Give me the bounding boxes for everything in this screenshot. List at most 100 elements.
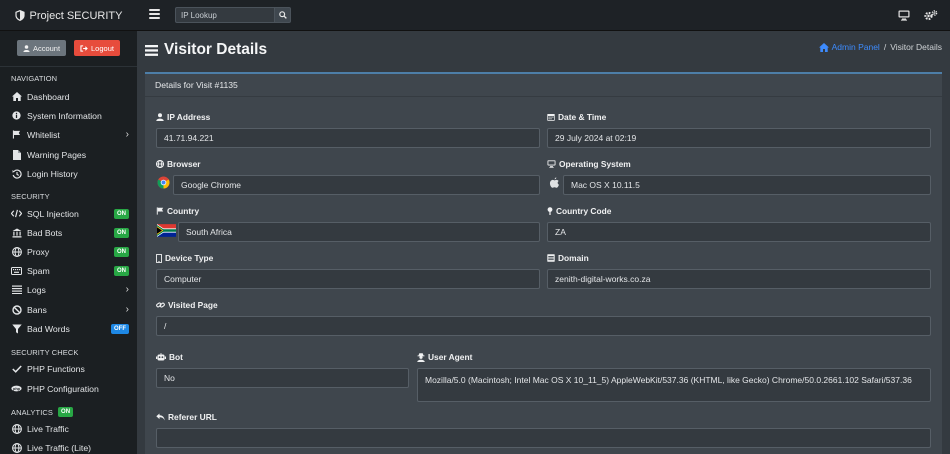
ip-address-field[interactable]: 41.71.94.221 xyxy=(156,128,540,148)
svg-text:php: php xyxy=(13,387,21,391)
ip-address-label: IP Address xyxy=(156,112,210,122)
sign-out-icon xyxy=(80,44,88,52)
desktop-icon xyxy=(547,160,556,168)
chevron-right-icon: › xyxy=(125,304,129,315)
apple-icon xyxy=(547,175,561,190)
breadcrumb-current: Visitor Details xyxy=(890,42,942,52)
main-content: Visitor Details Admin Panel / Visitor De… xyxy=(137,31,950,454)
sidebar-item-dashboard[interactable]: Dashboard xyxy=(11,88,129,105)
section-security-check: SECURITY CHECK xyxy=(11,348,79,357)
menu-toggle-icon[interactable] xyxy=(149,9,160,19)
status-badge: ON xyxy=(114,208,129,219)
referer-url-field[interactable] xyxy=(156,428,931,448)
operating-system-label: Operating System xyxy=(547,159,631,169)
sidebar-item-php-functions[interactable]: PHP Functions xyxy=(11,360,129,377)
sidebar-item-logs[interactable]: Logs › xyxy=(11,281,129,298)
date-time-field[interactable]: 29 July 2024 at 02:19 xyxy=(547,128,931,148)
section-navigation: NAVIGATION xyxy=(11,74,58,83)
user-agent-label: User Agent xyxy=(417,352,472,362)
sidebar-item-sql-injection[interactable]: SQL Injection ON xyxy=(11,205,129,222)
top-navbar: Project SECURITY xyxy=(0,0,950,31)
link-icon xyxy=(156,301,165,309)
monitor-icon[interactable] xyxy=(898,10,910,21)
list-icon xyxy=(11,284,22,295)
globe-icon xyxy=(11,246,22,257)
status-badge: ON xyxy=(58,407,74,417)
sidebar-item-login-history[interactable]: Login History xyxy=(11,165,129,182)
sidebar-item-live-traffic-lite[interactable]: Live Traffic (Lite) xyxy=(11,439,129,454)
divider xyxy=(0,66,137,67)
shield-icon xyxy=(14,10,25,21)
flag-icon xyxy=(156,207,164,215)
code-icon xyxy=(11,208,22,219)
visited-page-field[interactable]: / xyxy=(156,316,931,336)
status-badge: OFF xyxy=(111,323,129,334)
user-agent-field[interactable]: Mozilla/5.0 (Macintosh; Intel Mac OS X 1… xyxy=(417,368,931,402)
browser-field[interactable]: Google Chrome xyxy=(173,175,540,195)
bot-label: Bot xyxy=(156,352,183,362)
check-icon xyxy=(11,363,22,374)
info-icon xyxy=(11,110,22,121)
user-icon xyxy=(156,113,164,121)
user-icon xyxy=(23,44,30,52)
visitor-details-card: Details for Visit #1135 IP Address 41.71… xyxy=(145,72,942,454)
home-icon xyxy=(11,91,22,102)
sidebar-item-whitelist[interactable]: Whitelist › xyxy=(11,126,129,143)
sidebar-item-bans[interactable]: Bans › xyxy=(11,301,129,318)
sidebar-item-spam[interactable]: Spam ON xyxy=(11,262,129,279)
filter-icon xyxy=(11,323,22,334)
globe-icon xyxy=(11,423,22,434)
settings-icon[interactable] xyxy=(924,10,938,21)
calendar-icon xyxy=(547,113,555,121)
breadcrumb-separator: / xyxy=(883,42,887,52)
date-time-label: Date & Time xyxy=(547,112,606,122)
home-icon xyxy=(818,42,829,52)
sidebar-item-bad-words[interactable]: Bad Words OFF xyxy=(11,320,129,337)
breadcrumb: Admin Panel / Visitor Details xyxy=(818,42,942,52)
ip-lookup-input[interactable] xyxy=(175,7,274,23)
page-title: Visitor Details xyxy=(145,41,267,59)
domain-field[interactable]: zenith-digital-works.co.za xyxy=(547,269,931,289)
section-security: SECURITY xyxy=(11,192,50,201)
status-badge: ON xyxy=(114,227,129,238)
search-icon xyxy=(278,11,287,19)
breadcrumb-home[interactable]: Admin Panel xyxy=(818,42,880,52)
logout-button[interactable]: Logout xyxy=(74,40,120,56)
sidebar-item-proxy[interactable]: Proxy ON xyxy=(11,243,129,260)
sidebar-item-live-traffic[interactable]: Live Traffic xyxy=(11,420,129,437)
browser-label: Browser xyxy=(156,159,201,169)
php-icon: php xyxy=(11,383,22,394)
domain-label: Domain xyxy=(547,253,589,263)
device-type-field[interactable]: Computer xyxy=(156,269,540,289)
sidebar-item-warning-pages[interactable]: Warning Pages xyxy=(11,146,129,163)
visited-page-label: Visited Page xyxy=(156,300,218,310)
keyboard-icon xyxy=(11,265,22,276)
country-code-field[interactable]: ZA xyxy=(547,222,931,242)
bot-field[interactable]: No xyxy=(156,368,409,388)
section-analytics: ANALYTICS ON xyxy=(11,407,74,417)
history-icon xyxy=(11,168,22,179)
country-code-label: Country Code xyxy=(547,206,611,216)
chrome-icon xyxy=(156,175,171,190)
user-secret-icon xyxy=(417,352,425,362)
country-field[interactable]: South Africa xyxy=(178,222,540,242)
sidebar-item-bad-bots[interactable]: Bad Bots ON xyxy=(11,224,129,241)
app-title: Project SECURITY xyxy=(29,9,123,22)
chevron-right-icon: › xyxy=(125,129,129,140)
account-button[interactable]: Account xyxy=(17,40,66,56)
globe-icon xyxy=(156,160,164,168)
card-header: Details for Visit #1135 xyxy=(145,74,942,97)
flag-icon xyxy=(11,129,22,140)
search-button[interactable] xyxy=(274,7,291,23)
operating-system-field[interactable]: Mac OS X 10.11.5 xyxy=(563,175,931,195)
ip-lookup-search xyxy=(175,7,291,23)
sidebar-item-system-information[interactable]: System Information xyxy=(11,107,129,124)
device-type-label: Device Type xyxy=(156,253,213,263)
brand[interactable]: Project SECURITY xyxy=(0,0,137,31)
sidebar: Account Logout NAVIGATION Dashboard Syst… xyxy=(0,31,137,454)
reply-icon xyxy=(156,413,165,421)
sidebar-item-php-configuration[interactable]: php PHP Configuration xyxy=(11,380,129,397)
globe-icon xyxy=(11,442,22,453)
status-badge: ON xyxy=(114,265,129,276)
south-africa-flag-icon xyxy=(156,223,176,237)
